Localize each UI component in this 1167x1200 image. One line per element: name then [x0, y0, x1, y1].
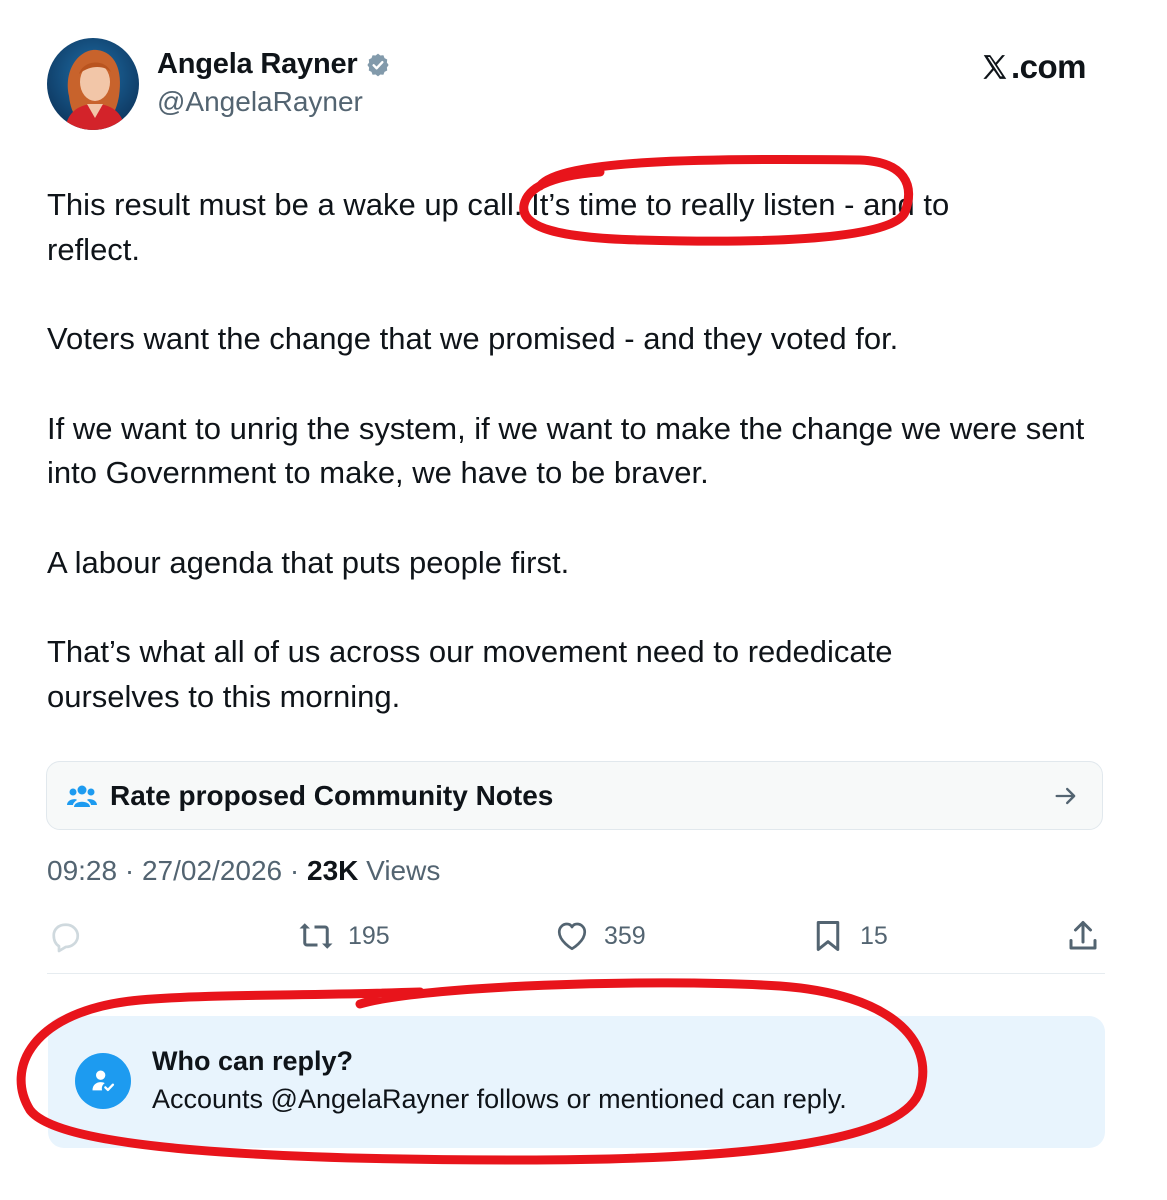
action-bar: 195 359 15 [47, 918, 1105, 962]
reply-restriction-icon [75, 1053, 131, 1109]
people-group-icon [67, 785, 97, 807]
bookmark-count: 15 [860, 921, 888, 950]
heart-icon [557, 922, 587, 951]
arrow-right-icon [1055, 787, 1076, 805]
tweet-paragraph: That’s what all of us across our movemen… [47, 634, 893, 714]
reply-restriction-title: Who can reply? [152, 1046, 354, 1076]
reply-restriction-notice: Who can reply? Accounts @AngelaRayner fo… [48, 1016, 1105, 1148]
brand-site: .com [1011, 48, 1087, 85]
x-logo-icon [983, 55, 1007, 79]
tweet-date[interactable]: 27/02/2026 [142, 855, 282, 886]
avatar-image [47, 38, 139, 130]
author-name-row[interactable]: Angela Rayner [157, 48, 391, 81]
reply-button[interactable] [47, 918, 97, 954]
community-notes-label: Rate proposed Community Notes [110, 780, 554, 811]
retweet-count: 195 [348, 921, 390, 950]
divider [47, 973, 1105, 974]
brand-label: .com [980, 48, 1087, 86]
meta-separator: · [282, 855, 307, 886]
avatar[interactable] [47, 38, 139, 130]
views-label: Views [358, 855, 441, 886]
like-button[interactable]: 359 [554, 918, 646, 954]
author-name[interactable]: Angela Rayner [157, 48, 358, 81]
community-notes-button[interactable]: Rate proposed Community Notes [46, 761, 1103, 830]
author-handle[interactable]: @AngelaRayner [157, 86, 363, 118]
share-button[interactable] [1065, 918, 1101, 954]
tweet-meta: 09:28 · 27/02/2026 · 23K Views [47, 855, 440, 887]
tweet-paragraph: reflect. [47, 231, 141, 267]
retweet-icon [299, 923, 333, 949]
tweet-text: This result must be a wake up call. It’s… [47, 183, 1117, 764]
retweet-button[interactable]: 195 [298, 918, 390, 954]
reply-icon [52, 923, 80, 953]
like-count: 359 [604, 921, 646, 950]
tweet-paragraph: If we want to unrig the system, if we wa… [47, 410, 1085, 491]
person-check-icon [92, 1070, 115, 1092]
tweet-paragraph: Voters want the change that we promised … [47, 321, 899, 356]
tweet-time[interactable]: 09:28 [47, 855, 117, 886]
reply-restriction-description: Accounts @AngelaRayner follows or mentio… [152, 1084, 847, 1114]
share-icon [1069, 921, 1097, 950]
bookmark-button[interactable]: 15 [810, 918, 888, 954]
verified-badge-icon [365, 52, 391, 78]
views-count: 23K [307, 855, 359, 886]
tweet-paragraph: This result must be a wake up call. It’s… [47, 187, 950, 222]
bookmark-icon [816, 921, 840, 951]
tweet-paragraph: A labour agenda that puts people first. [47, 544, 570, 580]
meta-separator: · [117, 855, 142, 886]
